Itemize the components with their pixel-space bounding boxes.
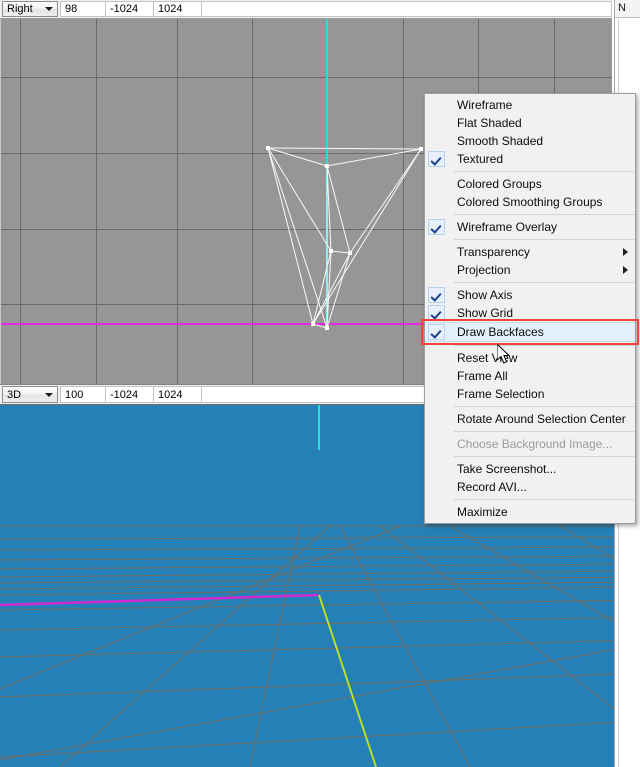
application-window: Right 98 -1024 1024 3D 100 -1024 1024 N … bbox=[0, 0, 640, 767]
menu-item-frame-all[interactable]: Frame All bbox=[425, 367, 635, 385]
top-field-1-value: 98 bbox=[65, 3, 78, 15]
menu-item-record-avi[interactable]: Record AVI... bbox=[425, 478, 635, 496]
top-field-2-value: -1024 bbox=[110, 3, 139, 15]
menu-item-label: Colored Groups bbox=[457, 177, 542, 191]
top-field-1[interactable]: 98 bbox=[60, 1, 106, 17]
menu-item-colored-groups[interactable]: Colored Groups bbox=[425, 175, 635, 193]
check-icon bbox=[428, 219, 445, 235]
menu-item-colored-smoothing-groups[interactable]: Colored Smoothing Groups bbox=[425, 193, 635, 211]
bottom-field-3[interactable]: 1024 bbox=[154, 386, 202, 403]
menu-separator bbox=[454, 282, 635, 283]
menu-item-label: Wireframe bbox=[457, 98, 513, 112]
check-icon bbox=[428, 324, 445, 340]
bottom-field-2[interactable]: -1024 bbox=[106, 386, 154, 403]
menu-item-flat-shaded[interactable]: Flat Shaded bbox=[425, 114, 635, 132]
top-view-mode-dropdown[interactable]: Right bbox=[2, 1, 58, 17]
viewport-context-menu[interactable]: Wireframe Flat Shaded Smooth Shaded Texture… bbox=[424, 93, 636, 524]
top-viewport-toolbar: Right 98 -1024 1024 bbox=[0, 0, 612, 19]
menu-item-label: Frame Selection bbox=[457, 387, 545, 401]
menu-item-transparency[interactable]: Transparency bbox=[425, 243, 635, 261]
menu-separator bbox=[454, 456, 635, 457]
menu-item-label: Flat Shaded bbox=[457, 116, 522, 130]
bottom-view-mode-dropdown[interactable]: 3D bbox=[2, 386, 58, 403]
menu-item-label: Colored Smoothing Groups bbox=[457, 195, 603, 209]
menu-item-choose-background-image: Choose Background Image... bbox=[425, 435, 635, 453]
menu-item-show-axis[interactable]: Show Axis bbox=[425, 286, 635, 304]
menu-separator bbox=[454, 171, 635, 172]
chevron-right-icon bbox=[623, 266, 628, 274]
bottom-field-1-value: 100 bbox=[65, 388, 84, 401]
menu-separator bbox=[454, 431, 635, 432]
menu-item-label: Record AVI... bbox=[457, 480, 527, 494]
menu-separator bbox=[454, 499, 635, 500]
ground-grid bbox=[0, 525, 640, 767]
menu-item-label: Maximize bbox=[457, 505, 508, 519]
chevron-down-icon bbox=[45, 7, 53, 11]
menu-item-frame-selection[interactable]: Frame Selection bbox=[425, 385, 635, 403]
top-field-4[interactable] bbox=[202, 1, 612, 17]
bottom-field-2-value: -1024 bbox=[110, 388, 139, 401]
bottom-field-1[interactable]: 100 bbox=[60, 386, 106, 403]
menu-item-label: Choose Background Image... bbox=[457, 437, 613, 451]
menu-item-label: Transparency bbox=[457, 245, 530, 259]
top-view-mode-label: Right bbox=[7, 3, 33, 15]
top-field-3[interactable]: 1024 bbox=[154, 1, 202, 17]
menu-item-label: Take Screenshot... bbox=[457, 462, 557, 476]
bottom-field-3-value: 1024 bbox=[158, 388, 183, 401]
right-panel-header: N bbox=[615, 0, 640, 18]
menu-item-projection[interactable]: Projection bbox=[425, 261, 635, 279]
menu-item-smooth-shaded[interactable]: Smooth Shaded bbox=[425, 132, 635, 150]
menu-item-draw-backfaces[interactable]: Draw Backfaces bbox=[425, 322, 635, 342]
menu-separator bbox=[454, 214, 635, 215]
chevron-right-icon bbox=[623, 248, 628, 256]
menu-item-label: Show Axis bbox=[457, 288, 513, 302]
bottom-view-mode-label: 3D bbox=[7, 388, 22, 401]
check-icon bbox=[428, 151, 445, 167]
menu-separator bbox=[454, 345, 635, 346]
menu-item-textured[interactable]: Textured bbox=[425, 150, 635, 168]
check-icon bbox=[428, 287, 445, 303]
menu-item-label: Textured bbox=[457, 152, 504, 166]
menu-item-label: Wireframe Overlay bbox=[457, 220, 558, 234]
menu-separator bbox=[454, 239, 635, 240]
menu-separator bbox=[454, 406, 635, 407]
menu-item-reset-view[interactable]: Reset View bbox=[425, 349, 635, 367]
top-field-2[interactable]: -1024 bbox=[106, 1, 154, 17]
menu-item-label: Frame All bbox=[457, 369, 508, 383]
menu-item-wireframe[interactable]: Wireframe bbox=[425, 96, 635, 114]
menu-item-maximize[interactable]: Maximize bbox=[425, 503, 635, 521]
menu-item-take-screenshot[interactable]: Take Screenshot... bbox=[425, 460, 635, 478]
top-field-3-value: 1024 bbox=[158, 3, 183, 15]
check-icon bbox=[428, 305, 445, 321]
menu-item-rotate-around-selection-center[interactable]: Rotate Around Selection Center bbox=[425, 410, 635, 428]
chevron-down-icon bbox=[45, 392, 53, 397]
menu-item-wireframe-overlay[interactable]: Wireframe Overlay bbox=[425, 218, 635, 236]
menu-item-show-grid[interactable]: Show Grid bbox=[425, 304, 635, 322]
horizon-axis-line bbox=[0, 593, 319, 607]
menu-item-label: Smooth Shaded bbox=[457, 134, 544, 148]
menu-item-label: Rotate Around Selection Center bbox=[457, 412, 626, 426]
menu-item-label: Projection bbox=[457, 263, 511, 277]
menu-item-label: Reset View bbox=[457, 351, 518, 365]
menu-item-label: Show Grid bbox=[457, 306, 514, 320]
menu-item-label: Draw Backfaces bbox=[457, 325, 544, 339]
depth-axis-line bbox=[318, 594, 377, 767]
